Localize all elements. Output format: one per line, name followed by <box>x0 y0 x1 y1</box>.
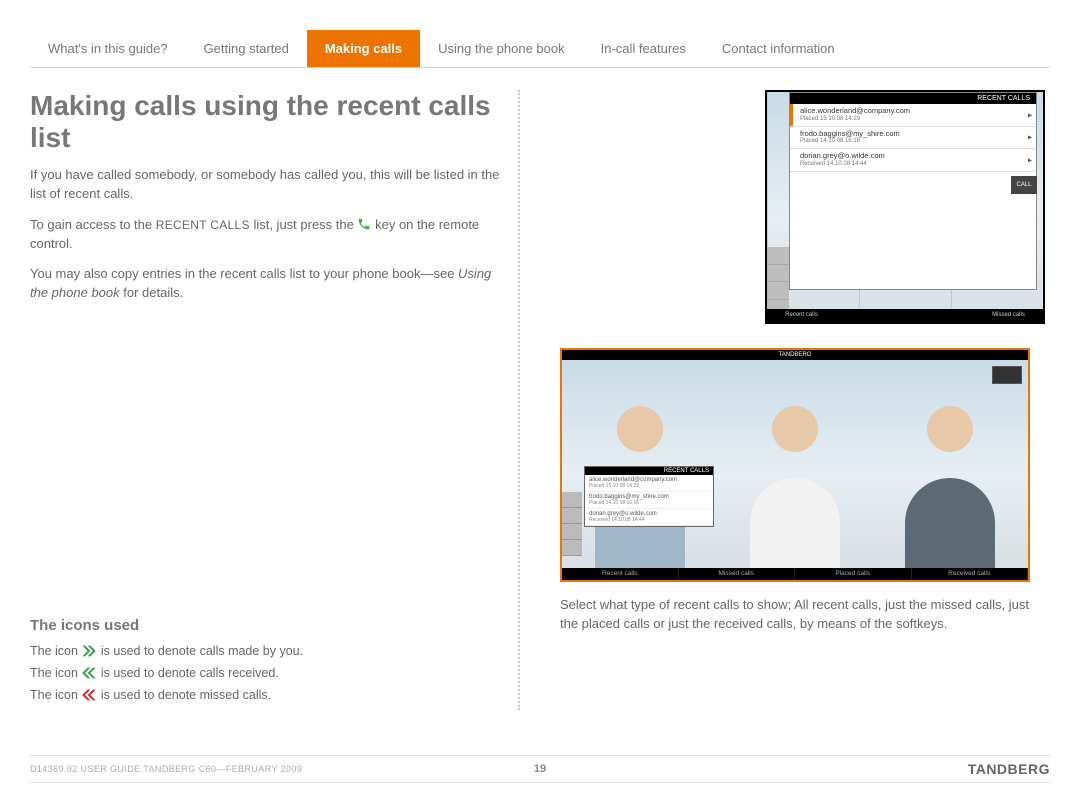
tab-making-calls[interactable]: Making calls <box>307 30 420 67</box>
screenshot-caption: Select what type of recent calls to show… <box>560 596 1050 634</box>
page-number: 19 <box>534 763 546 775</box>
list-item[interactable]: alice.wonderland@company.com▸ Placed 15.… <box>790 104 1036 127</box>
softkey[interactable] <box>905 309 974 322</box>
screenshot-recent-calls-menu: RECENT CALLS alice.wonderland@company.co… <box>765 90 1045 324</box>
tab-whats-in-guide[interactable]: What's in this guide? <box>30 30 186 67</box>
icons-used-heading: The icons used <box>30 617 498 634</box>
chevron-right-icon: ▸ <box>1028 110 1032 119</box>
softkey-bar: Recent calls Missed calls <box>767 309 1043 322</box>
recent-calls-panel: RECENT CALLS alice.wonderland@company.co… <box>789 92 1037 290</box>
sidebar-icons <box>767 247 789 317</box>
placed-call-icon <box>81 644 97 658</box>
icons-used-section: The icons used The icon is used to denot… <box>30 617 498 710</box>
tab-in-call[interactable]: In-call features <box>583 30 704 67</box>
tab-getting-started[interactable]: Getting started <box>186 30 307 67</box>
list-item[interactable]: dorian.grey@o.wilde.comReceived 14.10.08… <box>585 509 713 526</box>
tab-phone-book[interactable]: Using the phone book <box>420 30 582 67</box>
page-title: Making calls using the recent calls list <box>30 90 508 154</box>
paragraph-access: To gain access to the RECENT CALLS list,… <box>30 216 508 254</box>
recent-calls-mini-panel: RECENT CALLS alice.wonderland@company.co… <box>584 466 714 527</box>
nav-tabs: What's in this guide? Getting started Ma… <box>30 30 1050 68</box>
softkey-placed[interactable]: Placed calls <box>795 566 912 580</box>
softkey[interactable]: Recent calls <box>767 309 836 322</box>
sidebar-icons-small <box>562 492 582 556</box>
pip-window <box>992 366 1022 384</box>
softkey-bar-highlighted: Recent calls Missed calls Placed calls R… <box>560 566 1030 582</box>
panel-header: RECENT CALLS <box>790 93 1036 104</box>
call-button[interactable]: CALL <box>1011 176 1037 194</box>
softkey[interactable]: Missed calls <box>974 309 1043 322</box>
paragraph-copy: You may also copy entries in the recent … <box>30 265 508 303</box>
screenshot-softkeys: TANDBERG RECENT CALLS alice.wonderland@c… <box>560 348 1030 582</box>
softkey-recent[interactable]: Recent calls <box>562 566 679 580</box>
list-item[interactable]: alice.wonderland@company.comPlaced 15.10… <box>585 475 713 492</box>
icon-desc-received: The icon is used to denote calls receive… <box>30 666 498 680</box>
brand-logo: TANDBERG <box>968 761 1050 777</box>
softkey-missed[interactable]: Missed calls <box>679 566 796 580</box>
list-item[interactable]: dorian.grey@o.wilde.com▸ Received 14.10.… <box>790 149 1036 172</box>
phone-green-icon <box>357 217 371 231</box>
page-footer: D14369.02 USER GUIDE TANDBERG C60—FEBRUA… <box>30 755 1050 783</box>
softkey[interactable] <box>836 309 905 322</box>
chevron-right-icon: ▸ <box>1028 133 1032 142</box>
missed-call-icon <box>81 688 97 702</box>
icon-desc-missed: The icon is used to denote missed calls. <box>30 688 498 702</box>
document-id: D14369.02 USER GUIDE TANDBERG C60—FEBRUA… <box>30 764 302 774</box>
softkey-received[interactable]: Received calls <box>912 566 1029 580</box>
received-call-icon <box>81 666 97 680</box>
list-item[interactable]: frodo.baggins@my_shire.com▸ Placed 14.10… <box>790 127 1036 150</box>
tab-contact-info[interactable]: Contact information <box>704 30 853 67</box>
paragraph-intro: If you have called somebody, or somebody… <box>30 166 508 204</box>
brand-bar: TANDBERG <box>562 350 1028 360</box>
chevron-right-icon: ▸ <box>1028 155 1032 164</box>
icon-desc-placed: The icon is used to denote calls made by… <box>30 644 498 658</box>
list-item[interactable]: frodo.baggins@my_shire.comPlaced 14.10.0… <box>585 492 713 509</box>
